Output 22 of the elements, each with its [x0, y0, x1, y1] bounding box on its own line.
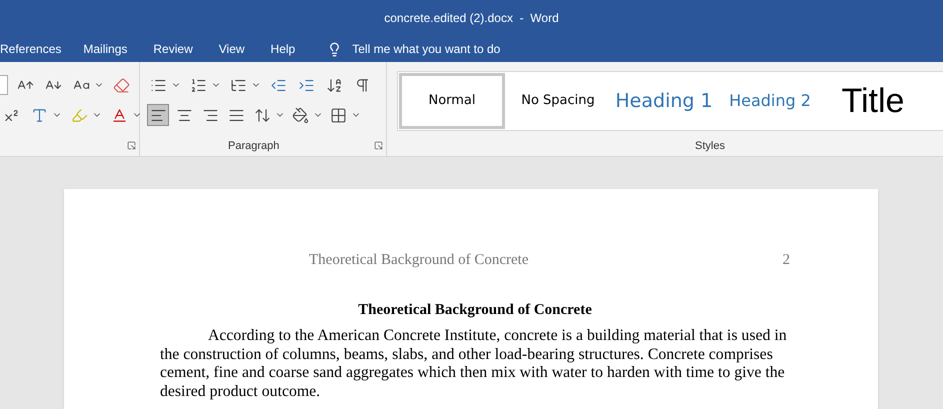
dialog-launcher-icon[interactable] — [127, 141, 136, 150]
header-text: Theoretical Background of Concrete — [309, 251, 528, 270]
style-option[interactable]: No Spacing — [505, 73, 611, 129]
font-size-field[interactable] — [0, 75, 8, 95]
style-option[interactable]: Normal — [399, 73, 505, 129]
style-option[interactable]: Heading 2 — [717, 73, 823, 129]
style-option[interactable]: Title — [823, 73, 923, 129]
document-heading: Theoretical Background of Concrete — [358, 300, 592, 320]
style-option[interactable]: Heading 1 — [611, 73, 717, 129]
page-number: 2 — [782, 251, 790, 270]
align-icon[interactable] — [147, 104, 169, 126]
tell-me-field[interactable]: Tell me what you want to do — [352, 40, 552, 58]
ribbon-tab[interactable]: References — [0, 40, 62, 58]
group-label: Styles — [695, 138, 725, 154]
ribbon-tab[interactable]: Review — [153, 40, 193, 58]
ribbon-tab[interactable]: View — [218, 40, 245, 58]
dialog-launcher-icon[interactable] — [374, 141, 383, 150]
group-label: Paragraph — [228, 138, 280, 154]
body-paragraph: According to the American Concrete Institute, concrete is a building material that is used in the construction of columns, beams, slabs, and other load-bearing structures. Concrete comprises cement, fine and coarse sand aggregates which then mix with water to harden with time to give the desired product outcome. — [160, 327, 788, 401]
ribbon-tab[interactable]: Mailings — [83, 40, 128, 58]
ribbon-tab[interactable]: Help — [270, 40, 296, 58]
window-title: concrete.edited (2).docx - Word — [384, 10, 559, 27]
